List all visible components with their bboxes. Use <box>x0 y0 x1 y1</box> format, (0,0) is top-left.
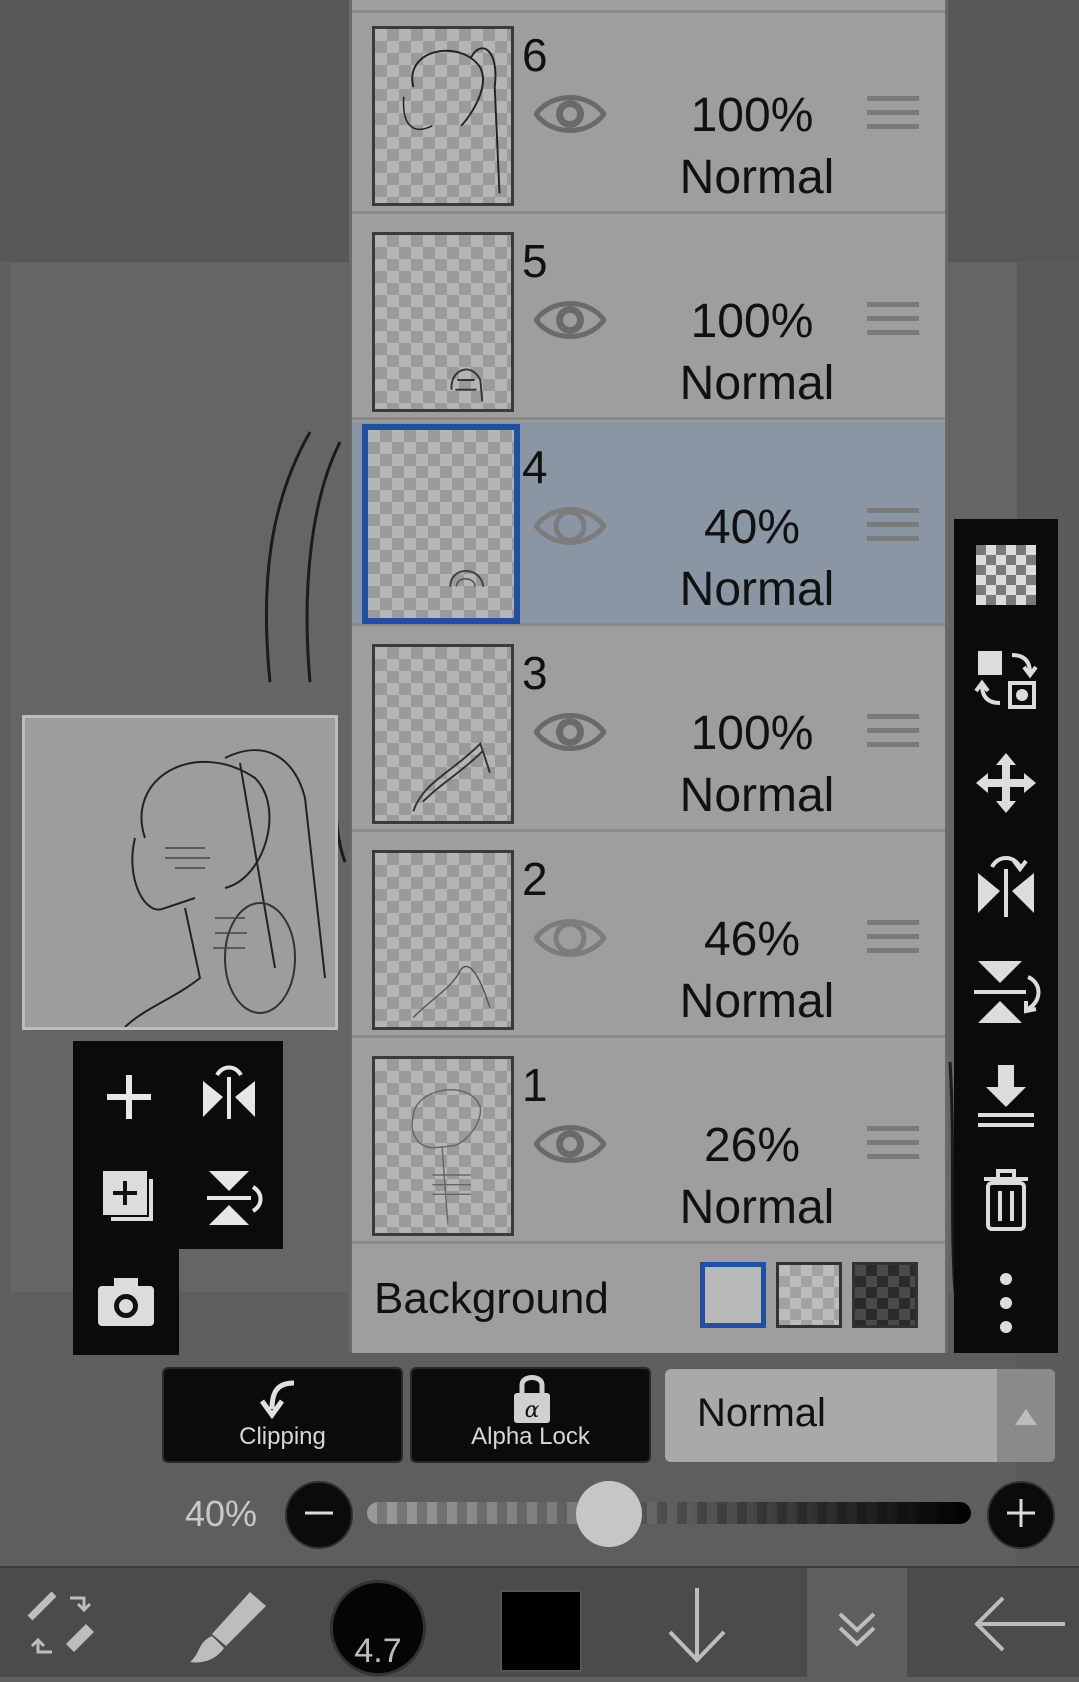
alpha-lock-icon: α <box>514 1375 550 1423</box>
blend-mode-value: Normal <box>697 1391 826 1435</box>
duplicate-layer-icon[interactable] <box>89 1157 169 1237</box>
move-icon[interactable] <box>968 745 1044 821</box>
opacity-slider-knob[interactable] <box>575 1481 642 1547</box>
layer-opacity[interactable]: 46% <box>642 912 862 967</box>
plus-icon <box>1007 1499 1035 1527</box>
visibility-eye-icon[interactable] <box>532 912 608 964</box>
trash-icon[interactable] <box>968 1161 1044 1237</box>
background-label: Background <box>374 1274 609 1323</box>
layer-opacity[interactable]: 100% <box>642 706 862 761</box>
layer-opacity[interactable]: 40% <box>642 500 862 555</box>
layer-number: 1 <box>522 1059 548 1111</box>
blend-mode-dropdown-arrow[interactable] <box>997 1369 1055 1462</box>
blend-mode-select[interactable]: Normal <box>665 1369 1055 1462</box>
flip-vertical-icon[interactable] <box>189 1157 269 1237</box>
drag-handle-icon[interactable] <box>867 920 919 962</box>
opacity-increase-button[interactable] <box>987 1481 1055 1549</box>
brush-size-value: 4.7 <box>354 1632 402 1670</box>
brush-icon[interactable] <box>170 1568 300 1677</box>
camera-icon[interactable] <box>86 1262 166 1342</box>
background-row: Background <box>352 1242 945 1353</box>
brush-size-indicator[interactable]: 4.7 <box>330 1580 426 1676</box>
drag-handle-icon[interactable] <box>867 302 919 344</box>
collapse-icon[interactable] <box>792 1568 922 1677</box>
flip-vertical-icon[interactable] <box>968 953 1044 1029</box>
clipping-label: Clipping <box>239 1423 326 1450</box>
svg-text:α: α <box>525 1398 540 1423</box>
layer-opacity[interactable]: 100% <box>642 294 862 349</box>
layer-opacity[interactable]: 26% <box>642 1118 862 1173</box>
background-white-option[interactable] <box>700 1262 766 1328</box>
flip-horizontal-icon[interactable] <box>968 849 1044 925</box>
visibility-eye-icon[interactable] <box>532 1118 608 1170</box>
bottom-toolbar: 4.7 <box>0 1566 1079 1677</box>
layer-row[interactable]: 1 26% Normal <box>352 1040 945 1244</box>
visibility-eye-icon[interactable] <box>532 500 608 552</box>
more-icon[interactable] <box>968 1265 1044 1341</box>
opacity-value-label: 40% <box>185 1493 258 1534</box>
alpha-lock-button[interactable]: α Alpha Lock <box>410 1367 651 1463</box>
drag-handle-icon[interactable] <box>867 96 919 138</box>
drag-handle-icon[interactable] <box>867 714 919 756</box>
alpha-lock-label: Alpha Lock <box>471 1423 590 1450</box>
layer-blend-mode[interactable]: Normal <box>622 768 892 823</box>
background-light-checker-option[interactable] <box>776 1262 842 1328</box>
layer-panel: 6 100% Normal 5 100% Normal 4 40% Normal 3 100% Nor… <box>349 0 948 1353</box>
minus-icon <box>305 1511 333 1515</box>
layer-row[interactable]: 5 100% Normal <box>352 216 945 420</box>
layer-blend-mode[interactable]: Normal <box>622 150 892 205</box>
layer-thumbnail[interactable] <box>372 26 514 206</box>
layer-blend-mode[interactable]: Normal <box>622 1180 892 1235</box>
layer-thumbnail[interactable] <box>362 424 520 624</box>
layer-number: 4 <box>522 441 548 493</box>
opacity-slider-track[interactable] <box>367 1502 971 1524</box>
back-arrow-icon[interactable] <box>955 1568 1075 1677</box>
swap-icon[interactable] <box>968 641 1044 717</box>
layer-row[interactable]: 2 46% Normal <box>352 834 945 1038</box>
layer-actions-toolbar <box>954 519 1058 1353</box>
layer-number: 6 <box>522 29 548 81</box>
triangle-up-icon <box>1015 1409 1037 1425</box>
opacity-decrease-button[interactable] <box>285 1481 353 1549</box>
layer-thumbnail[interactable] <box>372 1056 514 1236</box>
background-dark-checker-option[interactable] <box>852 1262 918 1328</box>
canvas-preview[interactable] <box>22 715 338 1030</box>
drag-handle-icon[interactable] <box>867 508 919 550</box>
visibility-eye-icon[interactable] <box>532 88 608 140</box>
visibility-eye-icon[interactable] <box>532 294 608 346</box>
layer-tools-panel <box>73 1041 283 1249</box>
layer-thumbnail[interactable] <box>372 850 514 1030</box>
color-swatch[interactable] <box>500 1590 582 1672</box>
clipping-button[interactable]: Clipping <box>162 1367 403 1463</box>
visibility-eye-icon[interactable] <box>532 706 608 758</box>
layer-number: 5 <box>522 235 548 287</box>
down-arrow-icon[interactable] <box>632 1568 762 1677</box>
layer-number: 2 <box>522 853 548 905</box>
layer-thumbnail[interactable] <box>372 644 514 824</box>
layer-tools-panel-lower <box>73 1249 179 1355</box>
layer-blend-mode[interactable]: Normal <box>622 562 892 617</box>
add-layer-icon[interactable] <box>89 1057 169 1137</box>
layer-row[interactable]: 3 100% Normal <box>352 628 945 832</box>
transparency-icon[interactable] <box>968 537 1044 613</box>
layer-thumbnail[interactable] <box>372 232 514 412</box>
clipping-icon <box>259 1380 295 1420</box>
layer-row[interactable]: 6 100% Normal <box>352 10 945 214</box>
merge-down-icon[interactable] <box>968 1057 1044 1133</box>
transform-icon[interactable] <box>0 1568 130 1677</box>
layer-blend-mode[interactable]: Normal <box>622 356 892 411</box>
flip-horizontal-icon[interactable] <box>189 1057 269 1137</box>
layer-row[interactable]: 4 40% Normal <box>352 422 945 626</box>
layer-opacity[interactable]: 100% <box>642 88 862 143</box>
layer-blend-mode[interactable]: Normal <box>622 974 892 1029</box>
drag-handle-icon[interactable] <box>867 1126 919 1168</box>
layer-number: 3 <box>522 647 548 699</box>
